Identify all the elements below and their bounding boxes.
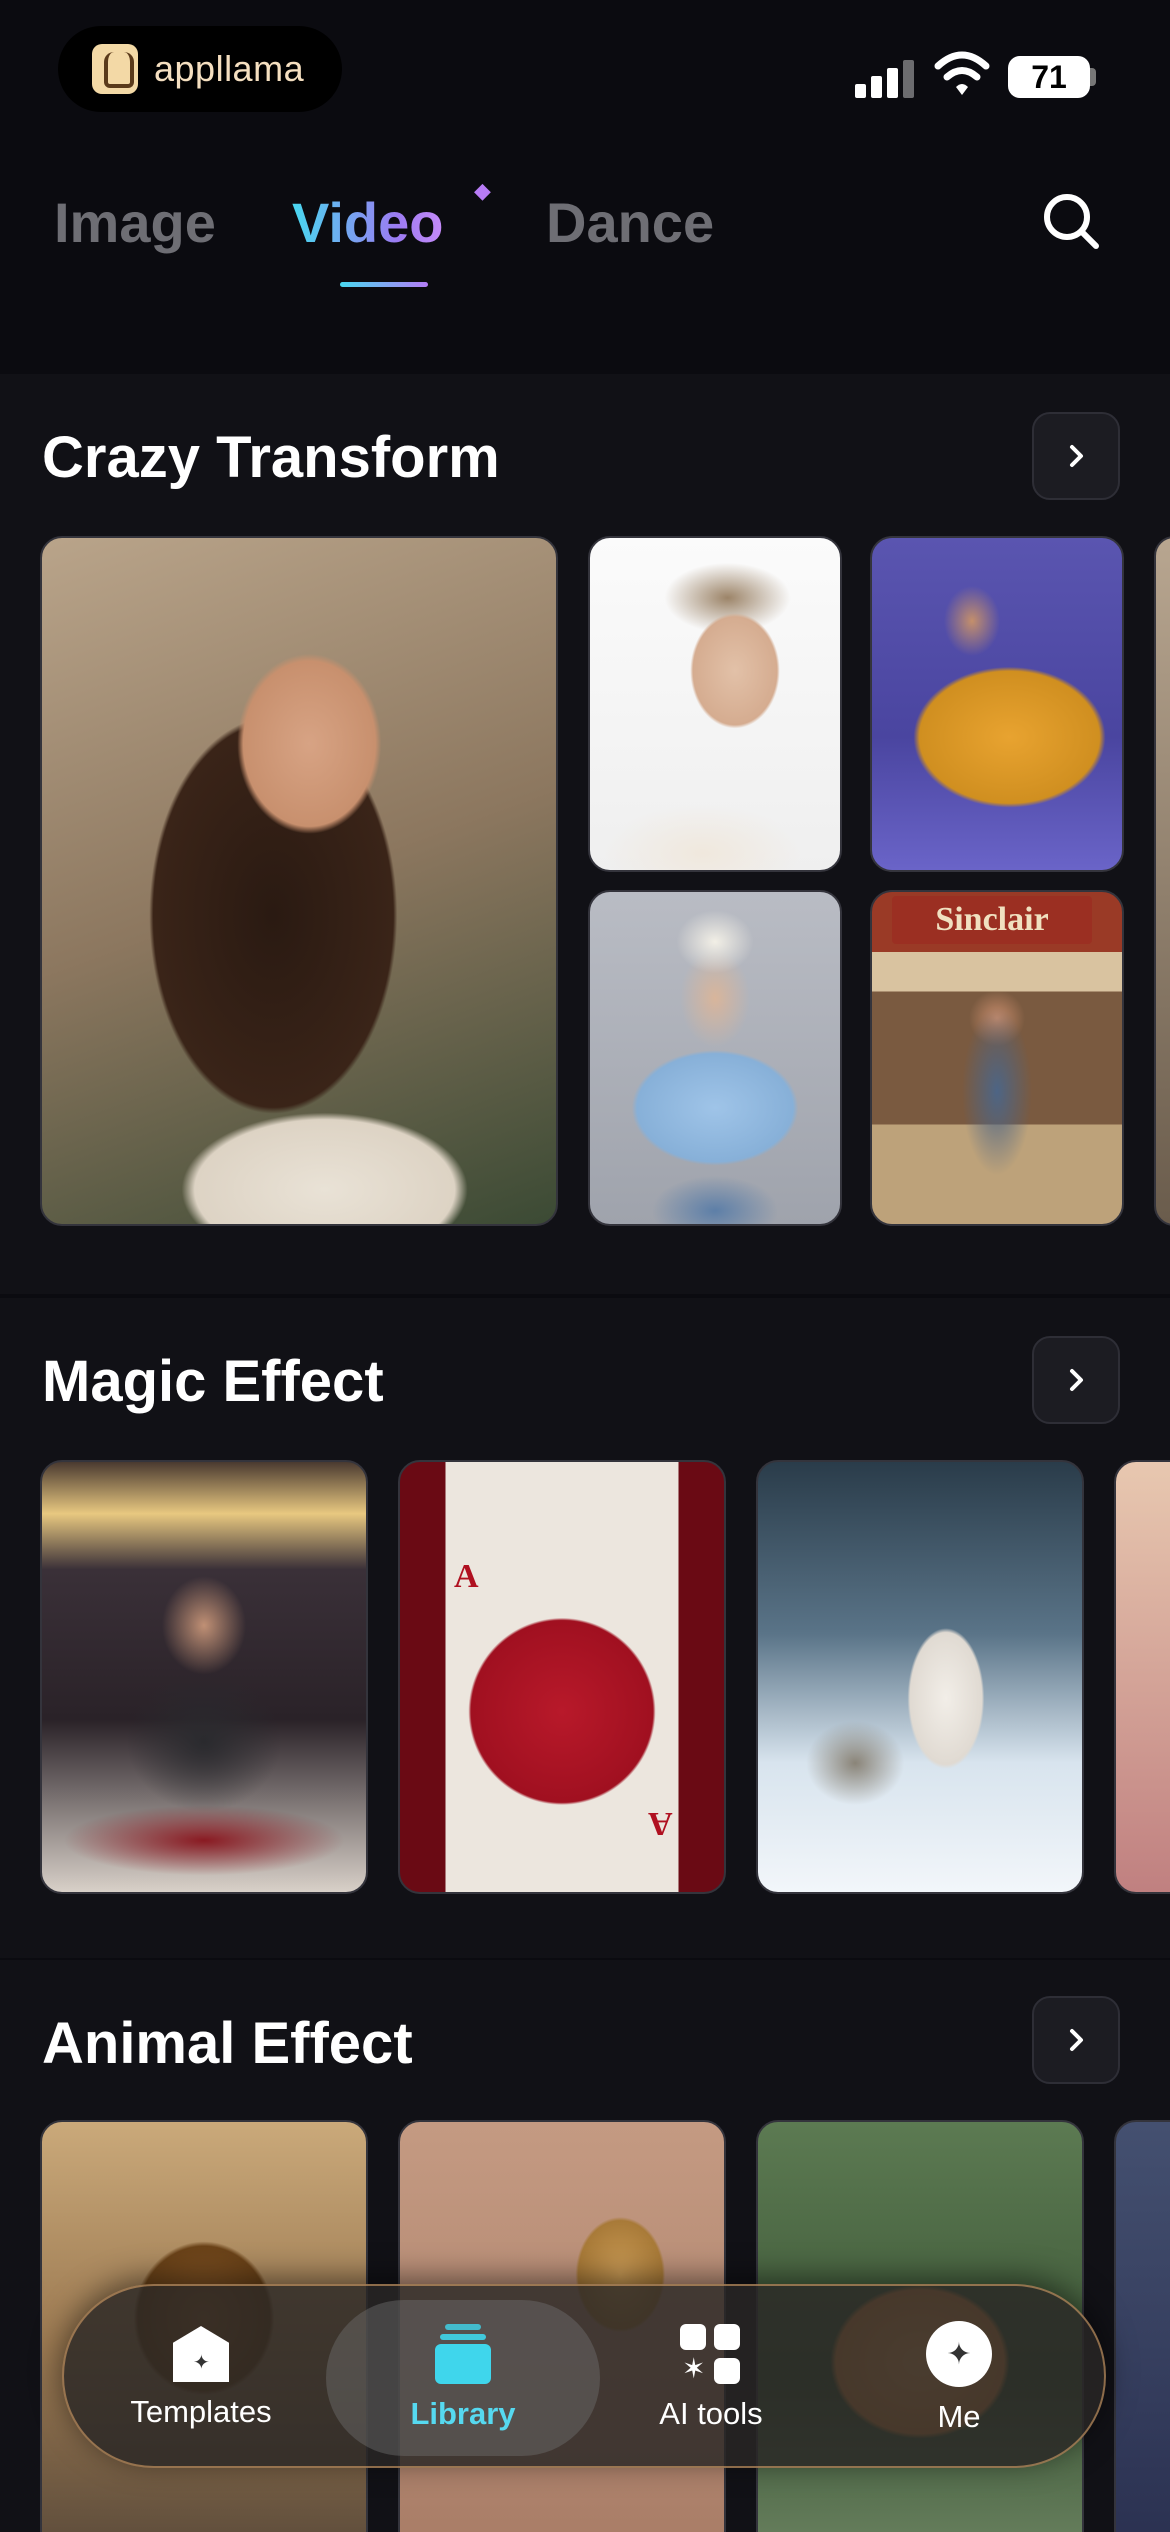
bottom-navigation: ✦ Templates Library ✶ AI tools ✦ Me xyxy=(62,2284,1106,2468)
template-card[interactable] xyxy=(588,536,842,872)
nav-templates[interactable]: ✦ Templates xyxy=(126,2286,276,2470)
template-card[interactable] xyxy=(1154,536,1170,1226)
nav-label: Me xyxy=(937,2399,981,2434)
template-card[interactable] xyxy=(1114,1460,1170,1894)
card-rank-bottom: A xyxy=(648,1805,673,1842)
template-card[interactable] xyxy=(870,536,1124,872)
section-more-button[interactable] xyxy=(1032,412,1120,500)
nav-ai-tools[interactable]: ✶ AI tools xyxy=(636,2286,786,2470)
sparkle-icon: ◆ xyxy=(474,178,491,203)
template-card[interactable]: A A xyxy=(398,1460,726,1894)
battery-tip xyxy=(1090,68,1096,86)
section-title: Animal Effect xyxy=(42,2011,413,2076)
template-card[interactable] xyxy=(588,890,842,1226)
tab-dance[interactable]: Dance xyxy=(546,190,714,255)
nav-library[interactable]: Library xyxy=(388,2286,538,2470)
top-tabs: Image Video ◆ Dance xyxy=(0,170,1170,300)
cellular-signal-icon xyxy=(855,58,915,98)
templates-icon: ✦ xyxy=(173,2326,229,2382)
section-title: Crazy Transform xyxy=(42,425,500,490)
nav-label: Library xyxy=(410,2396,516,2431)
section-magic-effect: Magic Effect A A xyxy=(0,1298,1170,1958)
active-tab-indicator xyxy=(340,282,428,287)
template-card[interactable] xyxy=(756,1460,1084,1894)
template-card[interactable] xyxy=(40,1460,368,1894)
chevron-right-icon xyxy=(1070,2029,1083,2051)
battery-indicator: 71 xyxy=(1008,56,1090,98)
ai-tools-icon: ✶ xyxy=(680,2324,742,2384)
me-icon: ✦ xyxy=(926,2321,992,2387)
section-more-button[interactable] xyxy=(1032,1996,1120,2084)
section-title: Magic Effect xyxy=(42,1349,384,1414)
nav-me[interactable]: ✦ Me xyxy=(884,2286,1034,2470)
section-crazy-transform: Crazy Transform Sinclair xyxy=(0,374,1170,1294)
chevron-right-icon xyxy=(1070,1369,1083,1391)
llama-logo-icon xyxy=(92,44,138,94)
card-rank-top: A xyxy=(454,1558,479,1595)
brand-pill[interactable]: appllama xyxy=(58,26,342,112)
library-icon xyxy=(435,2324,491,2384)
tab-video[interactable]: Video xyxy=(292,190,443,255)
template-card[interactable]: Sinclair xyxy=(870,890,1124,1226)
tab-image[interactable]: Image xyxy=(54,190,216,255)
nav-label: AI tools xyxy=(659,2396,763,2431)
wifi-icon xyxy=(934,51,990,95)
sinclair-sign: Sinclair xyxy=(892,896,1092,944)
template-card[interactable] xyxy=(1114,2120,1170,2532)
template-card[interactable] xyxy=(40,536,558,1226)
nav-label: Templates xyxy=(130,2394,272,2429)
status-bar: appllama 71 xyxy=(0,0,1170,140)
chevron-right-icon xyxy=(1070,445,1083,467)
brand-name: appllama xyxy=(154,48,305,89)
search-icon[interactable] xyxy=(1040,190,1102,252)
section-more-button[interactable] xyxy=(1032,1336,1120,1424)
